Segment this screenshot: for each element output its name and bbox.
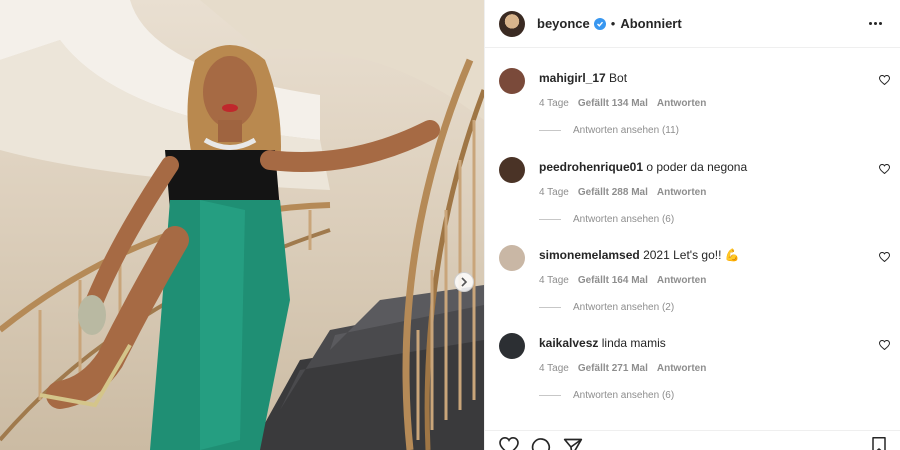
view-replies-label: Antworten ansehen (11) (573, 125, 679, 136)
comment-likes[interactable]: Gefällt 271 Mal (578, 363, 648, 374)
replies-divider (539, 395, 561, 396)
comment-like-heart-icon[interactable] (879, 340, 890, 350)
view-replies-label: Antworten ansehen (6) (573, 214, 675, 225)
commenter-username[interactable]: mahigirl_17 (539, 71, 606, 85)
reply-button[interactable]: Antworten (657, 275, 706, 286)
follow-status-button[interactable]: Abonniert (620, 16, 681, 31)
comment-item: simonemelamsed 2021 Let's go!! 💪 4 Tage … (485, 225, 900, 313)
comment-body: 2021 Let's go!! 💪 (643, 248, 740, 262)
comment-meta: 4 Tage Gefällt 288 Mal Antworten (539, 187, 706, 198)
more-horizontal-icon (869, 22, 872, 25)
comment-likes[interactable]: Gefällt 134 Mal (578, 98, 648, 109)
view-replies-label: Antworten ansehen (2) (573, 302, 675, 313)
comment-likes[interactable]: Gefällt 288 Mal (578, 187, 648, 198)
commenter-avatar[interactable] (499, 68, 525, 94)
comment-body: Bot (609, 71, 628, 85)
commenter-username[interactable]: kaikalvesz (539, 336, 598, 350)
comment-text-line: peedrohenrique01 o poder da negona (539, 160, 747, 174)
replies-divider (539, 130, 561, 131)
post-photo[interactable] (0, 0, 484, 450)
comment-age[interactable]: 4 Tage (539, 363, 569, 374)
comment-age[interactable]: 4 Tage (539, 275, 569, 286)
commenter-avatar[interactable] (499, 157, 525, 183)
reply-button[interactable]: Antworten (657, 187, 706, 198)
view-replies-button[interactable]: Antworten ansehen (11) (539, 125, 679, 136)
comment-meta: 4 Tage Gefällt 164 Mal Antworten (539, 275, 706, 286)
commenter-avatar[interactable] (499, 333, 525, 359)
author-avatar[interactable] (499, 10, 525, 37)
comment-item: kaikalvesz linda mamis 4 Tage Gefällt 27… (485, 313, 900, 401)
heart-icon[interactable] (499, 437, 519, 450)
comment-item: mahigirl_17 Bot 4 Tage Gefällt 134 Mal A… (485, 48, 900, 136)
comment-text-line: simonemelamsed 2021 Let's go!! 💪 (539, 248, 740, 262)
comment-icon[interactable] (531, 437, 551, 450)
bookmark-icon[interactable] (871, 437, 887, 450)
commenter-username[interactable]: peedrohenrique01 (539, 160, 643, 174)
post-sidebar: beyonce • Abonniert mahigirl_17 Bot 4 Ta… (484, 0, 900, 450)
comment-likes[interactable]: Gefällt 164 Mal (578, 275, 648, 286)
comment-item: peedrohenrique01 o poder da negona 4 Tag… (485, 137, 900, 225)
comment-meta: 4 Tage Gefällt 134 Mal Antworten (539, 98, 706, 109)
comments-list: mahigirl_17 Bot 4 Tage Gefällt 134 Mal A… (485, 48, 900, 428)
replies-divider (539, 307, 561, 308)
instagram-post-view: beyonce • Abonniert mahigirl_17 Bot 4 Ta… (0, 0, 900, 450)
post-photo-illustration (0, 0, 484, 450)
comment-like-heart-icon[interactable] (879, 252, 890, 262)
view-replies-button[interactable]: Antworten ansehen (6) (539, 214, 674, 225)
post-header: beyonce • Abonniert (485, 0, 900, 48)
commenter-avatar[interactable] (499, 245, 525, 271)
comment-text-line: mahigirl_17 Bot (539, 71, 627, 85)
view-replies-label: Antworten ansehen (6) (573, 390, 675, 401)
more-options-button[interactable] (865, 18, 886, 29)
next-image-button[interactable] (454, 272, 474, 292)
comment-body: linda mamis (601, 336, 666, 350)
view-replies-button[interactable]: Antworten ansehen (6) (539, 390, 674, 401)
reply-button[interactable]: Antworten (657, 363, 706, 374)
comment-meta: 4 Tage Gefällt 271 Mal Antworten (539, 363, 706, 374)
verified-badge-icon (593, 17, 606, 30)
comment-age[interactable]: 4 Tage (539, 187, 569, 198)
replies-divider (539, 219, 561, 220)
comment-like-heart-icon[interactable] (879, 164, 890, 174)
post-actions-bar (485, 430, 900, 450)
reply-button[interactable]: Antworten (657, 98, 706, 109)
author-username[interactable]: beyonce (537, 16, 590, 31)
comment-like-heart-icon[interactable] (879, 75, 890, 85)
comment-body: o poder da negona (646, 160, 748, 174)
comment-text-line: kaikalvesz linda mamis (539, 336, 666, 350)
header-separator: • (610, 16, 616, 31)
comment-age[interactable]: 4 Tage (539, 98, 569, 109)
commenter-username[interactable]: simonemelamsed (539, 248, 640, 262)
send-icon[interactable] (563, 437, 583, 450)
chevron-right-icon (461, 277, 468, 287)
view-replies-button[interactable]: Antworten ansehen (2) (539, 302, 674, 313)
